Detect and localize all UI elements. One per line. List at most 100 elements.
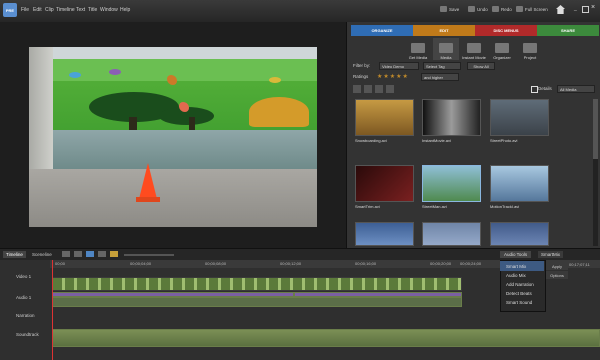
thumbnail-image	[422, 165, 481, 202]
timecode-readout: 00;17;07;11	[569, 262, 590, 267]
media-button[interactable]: Media	[433, 38, 459, 60]
menu-text[interactable]: Text	[76, 7, 85, 13]
track-label-narration: Narration	[16, 313, 35, 318]
ruler-timecode: 00;00;08;00	[205, 261, 227, 266]
thumbnail-image	[355, 99, 414, 136]
marker-icon[interactable]	[98, 251, 106, 257]
options-button[interactable]: Options	[546, 271, 568, 279]
thumbnail-caption: MotionTrackI.avi	[490, 204, 520, 209]
minimize-button[interactable]: _	[574, 6, 577, 12]
thumbnail-image	[355, 222, 414, 246]
menu-clip[interactable]: Clip	[45, 7, 54, 13]
redo-icon	[492, 6, 499, 12]
razor-icon[interactable]	[62, 251, 70, 257]
thumbnail-image	[422, 222, 481, 246]
project-icon	[523, 43, 537, 53]
media-thumbnail[interactable]: InstantMovie.avi	[422, 99, 481, 146]
scrollbar-thumb[interactable]	[593, 99, 598, 159]
menu-edit[interactable]: Edit	[33, 7, 42, 13]
save-button[interactable]: Save	[440, 6, 459, 12]
timeline-panel: Timeline Sceneline Audio Tools SmartMix …	[0, 248, 600, 360]
video-mural-bird	[269, 77, 281, 83]
undo-icon	[468, 6, 475, 12]
video-traffic-cone-base	[136, 197, 160, 202]
soundtrack-clip[interactable]	[52, 329, 600, 347]
video-mural-bird	[109, 69, 121, 75]
apply-button[interactable]: Apply	[546, 262, 568, 270]
menu-window[interactable]: Window	[100, 7, 118, 13]
menu-help[interactable]: Help	[120, 7, 130, 13]
audio-tools-button[interactable]: Audio Tools	[500, 251, 532, 258]
redo-button[interactable]: Redo	[492, 6, 512, 12]
media-thumbnail[interactable]: SmartTrim.avi	[355, 165, 414, 212]
show-all-button[interactable]: Show All	[467, 62, 495, 70]
grid-view-icon[interactable]	[386, 85, 394, 93]
media-icon	[439, 43, 453, 53]
instant-movie-icon	[467, 43, 481, 53]
properties-icon[interactable]	[74, 251, 82, 257]
audio-clip[interactable]	[52, 297, 462, 307]
filter-by-label: Filter by:	[353, 63, 371, 68]
sort-icon[interactable]	[364, 85, 372, 93]
rating-dropdown[interactable]: and higher	[421, 73, 459, 81]
thumbnail-caption: InstantMovie.avi	[422, 138, 451, 143]
details-checkbox[interactable]	[531, 86, 538, 93]
video-mural-bird	[69, 72, 81, 78]
ruler-timecode: 00;00;24;00	[460, 261, 482, 266]
home-icon[interactable]	[556, 5, 565, 14]
media-thumbnail[interactable]: MotionTrackI.avi	[490, 165, 549, 212]
thumbnail-image	[490, 99, 549, 136]
tab-edit[interactable]: EDIT	[413, 25, 475, 36]
get-media-button[interactable]: Get Media	[405, 38, 431, 60]
filter-by-dropdown[interactable]: Video Demo	[379, 62, 419, 70]
details-dropdown[interactable]: All Media	[557, 85, 595, 93]
video-mural-butterfly	[179, 102, 189, 112]
menu-item-smart-sound[interactable]: Smart Sound	[500, 297, 544, 307]
thumbnail-image	[490, 165, 549, 202]
tab-share[interactable]: SHARE	[537, 25, 599, 36]
thumbnail-caption: StreetMan.avi	[422, 204, 447, 209]
details-label: Details	[538, 86, 552, 91]
maximize-button[interactable]	[582, 6, 589, 13]
menu-timeline[interactable]: Timeline	[56, 7, 75, 13]
smartfix-icon[interactable]	[86, 251, 94, 257]
tab-sceneline[interactable]: Sceneline	[29, 251, 55, 258]
video-clip[interactable]	[52, 277, 462, 291]
smartmix-dropdown[interactable]: SmartMix	[538, 251, 563, 258]
video-wall-base	[44, 130, 317, 170]
close-button[interactable]: ×	[591, 4, 595, 11]
ruler-timecode: 00;00;04;00	[130, 261, 152, 266]
tab-timeline[interactable]: Timeline	[3, 251, 26, 258]
full-screen-button[interactable]: Full Screen	[516, 6, 548, 12]
project-button[interactable]: Project	[517, 38, 543, 60]
organizer-icon	[495, 43, 509, 53]
tag-dropdown[interactable]: Select Tag	[423, 62, 461, 70]
playhead[interactable]	[52, 260, 53, 360]
ruler-timecode: 00;00;20;00	[430, 261, 452, 266]
undo-button[interactable]: Undo	[468, 6, 488, 12]
ruler-timecode: 00;00;12;00	[280, 261, 302, 266]
organizer-button[interactable]: Organizer	[489, 38, 515, 60]
rating-stars[interactable]: ★★★★★	[377, 73, 409, 80]
monitor-panel: 00;00;00;00	[0, 22, 346, 271]
menu-title[interactable]: Title	[88, 7, 97, 13]
thumbnail-image	[422, 99, 481, 136]
media-scrollbar[interactable]	[593, 99, 598, 246]
tab-disc-menus[interactable]: DISC MENUS	[475, 25, 537, 36]
ratings-label: Ratings	[353, 74, 369, 79]
ruler-timecode: 00;00;16;00	[355, 261, 377, 266]
organizer-panel: ORGANIZE EDIT DISC MENUS SHARE Get Media…	[346, 22, 600, 248]
media-thumbnail[interactable]: StreetMan.avi	[422, 165, 481, 212]
menu-file[interactable]: File	[21, 7, 29, 13]
view-toggle-icon[interactable]	[353, 85, 361, 93]
media-thumbnail[interactable]: Snowboarding.avi	[355, 99, 414, 146]
smart-trim-icon[interactable]	[110, 251, 118, 257]
list-view-icon[interactable]	[375, 85, 383, 93]
instant-movie-button[interactable]: Instant Movie	[461, 38, 487, 60]
media-thumbnail[interactable]: StreetPhoto.avi	[490, 99, 549, 146]
thumbnail-caption: StreetPhoto.avi	[490, 138, 518, 143]
get-media-icon	[411, 43, 425, 53]
app-logo: PRE	[3, 3, 17, 17]
tab-organize[interactable]: ORGANIZE	[351, 25, 413, 36]
zoom-slider[interactable]	[124, 254, 174, 256]
